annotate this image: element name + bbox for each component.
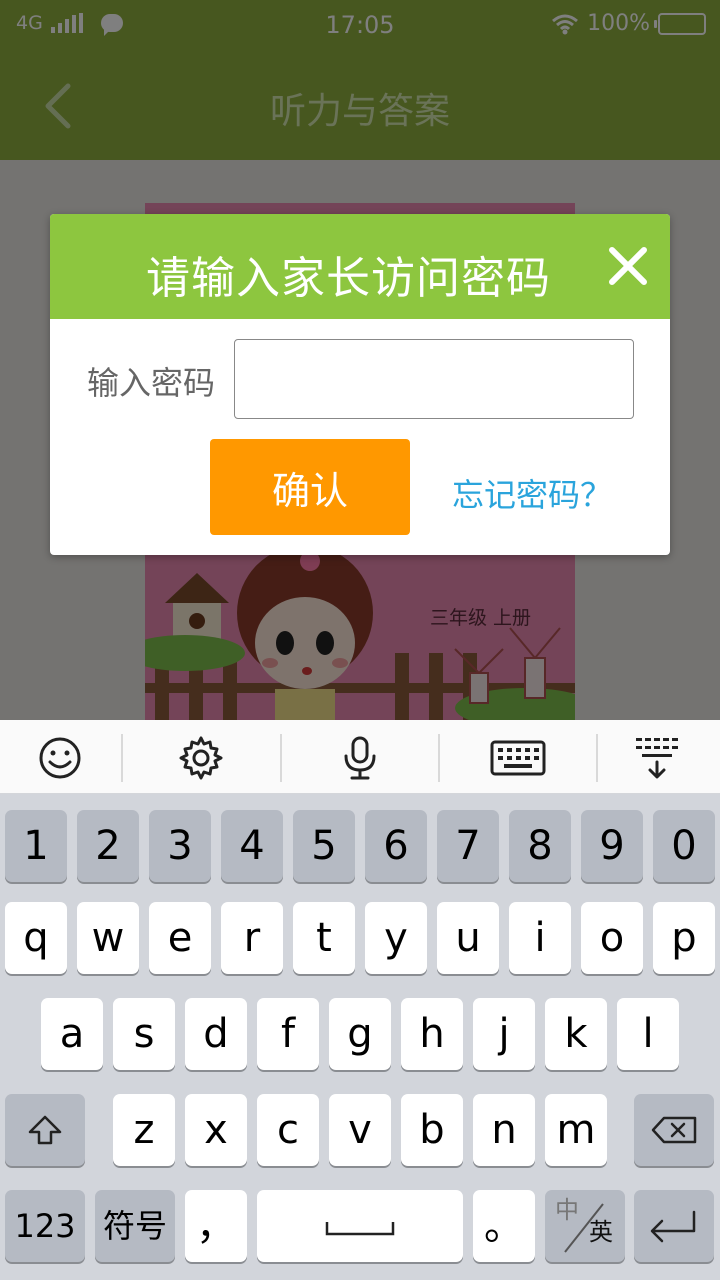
keyboard: 1 2 3 4 5 6 7 8 9 0 q w e r t y u i o p …: [0, 794, 720, 1280]
enter-key[interactable]: [634, 1190, 714, 1262]
toolbar-divider: [596, 734, 598, 782]
close-icon[interactable]: [606, 244, 650, 288]
forgot-password-link[interactable]: 忘记密码？: [452, 470, 612, 516]
key-w[interactable]: w: [77, 902, 139, 974]
numeric-mode-key[interactable]: 123: [5, 1190, 85, 1262]
key-q[interactable]: q: [5, 902, 67, 974]
microphone-icon[interactable]: [336, 734, 384, 782]
key-d[interactable]: d: [185, 998, 247, 1070]
key-i[interactable]: i: [509, 902, 571, 974]
toolbar-divider: [121, 734, 123, 782]
key-p[interactable]: p: [653, 902, 715, 974]
backspace-icon: [651, 1116, 697, 1144]
keyboard-toolbar: [0, 720, 720, 794]
shift-key[interactable]: [5, 1094, 85, 1166]
key-r[interactable]: r: [221, 902, 283, 974]
password-dialog: 请输入家长访问密码 输入密码 确认 忘记密码？: [50, 214, 670, 555]
toolbar-divider: [438, 734, 440, 782]
key-y[interactable]: y: [365, 902, 427, 974]
key-8[interactable]: 8: [509, 810, 571, 882]
comma-key[interactable]: ，: [185, 1190, 247, 1262]
key-3[interactable]: 3: [149, 810, 211, 882]
key-e[interactable]: e: [149, 902, 211, 974]
key-j[interactable]: j: [473, 998, 535, 1070]
key-1[interactable]: 1: [5, 810, 67, 882]
settings-icon[interactable]: [177, 734, 225, 782]
slash-icon: [564, 1203, 604, 1253]
key-s[interactable]: s: [113, 998, 175, 1070]
key-h[interactable]: h: [401, 998, 463, 1070]
key-7[interactable]: 7: [437, 810, 499, 882]
period-key[interactable]: 。: [473, 1190, 535, 1262]
backspace-key[interactable]: [634, 1094, 714, 1166]
shift-icon: [28, 1115, 62, 1145]
key-b[interactable]: b: [401, 1094, 463, 1166]
key-0[interactable]: 0: [653, 810, 715, 882]
key-4[interactable]: 4: [221, 810, 283, 882]
toolbar-divider: [280, 734, 282, 782]
key-5[interactable]: 5: [293, 810, 355, 882]
emoji-icon[interactable]: [36, 734, 84, 782]
key-6[interactable]: 6: [365, 810, 427, 882]
key-f[interactable]: f: [257, 998, 319, 1070]
collapse-keyboard-icon[interactable]: [634, 734, 682, 782]
key-z[interactable]: z: [113, 1094, 175, 1166]
key-k[interactable]: k: [545, 998, 607, 1070]
key-n[interactable]: n: [473, 1094, 535, 1166]
dialog-title: 请输入家长访问密码: [146, 253, 551, 304]
key-c[interactable]: c: [257, 1094, 319, 1166]
keyboard-icon[interactable]: [490, 734, 546, 782]
key-t[interactable]: t: [293, 902, 355, 974]
lang-english-label: 英: [589, 1218, 613, 1246]
key-v[interactable]: v: [329, 1094, 391, 1166]
enter-icon: [650, 1210, 696, 1243]
key-2[interactable]: 2: [77, 810, 139, 882]
password-label: 输入密码: [87, 364, 216, 402]
key-m[interactable]: m: [545, 1094, 607, 1166]
space-icon: [325, 1222, 395, 1236]
key-o[interactable]: o: [581, 902, 643, 974]
key-a[interactable]: a: [41, 998, 103, 1070]
dialog-header: 请输入家长访问密码: [50, 214, 670, 319]
key-u[interactable]: u: [437, 902, 499, 974]
confirm-button[interactable]: 确认: [210, 439, 410, 535]
space-key[interactable]: [257, 1190, 463, 1262]
key-x[interactable]: x: [185, 1094, 247, 1166]
symbols-key[interactable]: 符号: [95, 1190, 175, 1262]
key-9[interactable]: 9: [581, 810, 643, 882]
key-g[interactable]: g: [329, 998, 391, 1070]
key-l[interactable]: l: [617, 998, 679, 1070]
language-switch-key[interactable]: 中 英: [545, 1190, 625, 1262]
password-input[interactable]: [234, 339, 634, 419]
